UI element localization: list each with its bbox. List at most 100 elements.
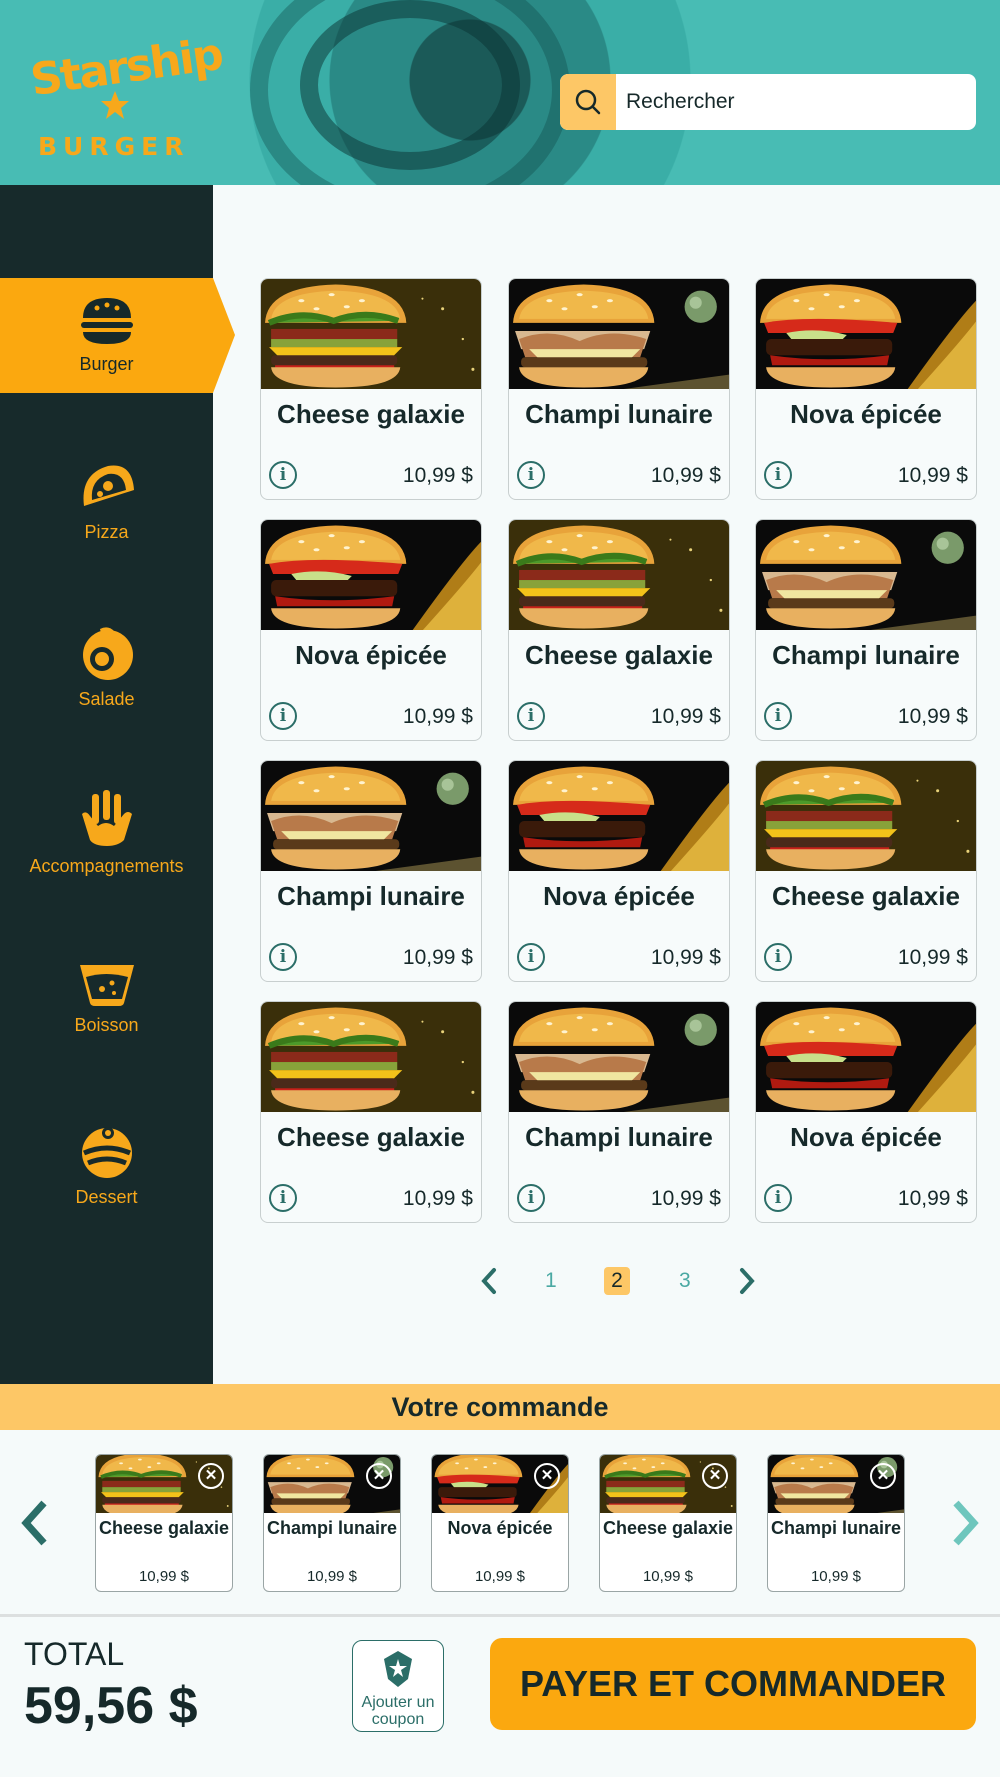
page-1[interactable]: 1	[545, 1267, 557, 1295]
pizza-icon	[83, 465, 134, 506]
previous-page-button[interactable]	[480, 1267, 498, 1301]
product-card[interactable]: Nova épicée i 10,99 $	[755, 278, 977, 500]
helmet-visor-graphic	[300, 0, 520, 170]
info-icon[interactable]: i	[517, 943, 545, 971]
sidebar-item-label: Burger	[79, 354, 134, 374]
product-card[interactable]: Nova épicée i 10,99 $	[260, 519, 482, 741]
order-item: ✕ Cheese galaxie 10,99 $	[95, 1454, 233, 1592]
product-card[interactable]: Champi lunaire i 10,99 $	[260, 760, 482, 982]
total-value: 59,56 $	[24, 1677, 198, 1735]
cheese-burger-image	[261, 1002, 481, 1112]
product-price: 10,99 $	[650, 705, 721, 728]
product-card[interactable]: Champi lunaire i 10,99 $	[508, 1001, 730, 1223]
product-card[interactable]: Cheese galaxie i 10,99 $	[260, 1001, 482, 1223]
chevron-right-icon	[953, 1500, 979, 1546]
remove-item-icon[interactable]: ✕	[870, 1463, 896, 1489]
footer-divider	[0, 1614, 1000, 1617]
order-item-name: Champi lunaire	[266, 1518, 398, 1538]
champi-burger-image	[509, 279, 729, 389]
order-scroll-right-button[interactable]	[950, 1500, 980, 1551]
product-price: 10,99 $	[897, 946, 968, 969]
product-price: 10,99 $	[402, 1187, 473, 1210]
info-icon[interactable]: i	[764, 702, 792, 730]
search-input[interactable]	[626, 74, 966, 130]
sidebar-item-accompagnements[interactable]: Accompagnements	[0, 790, 213, 877]
remove-item-icon[interactable]: ✕	[198, 1463, 224, 1489]
cheese-burger-image	[261, 279, 481, 389]
product-image	[261, 1002, 481, 1112]
product-image	[261, 520, 481, 630]
sidebar-item-label: Salade	[78, 689, 135, 709]
nova-burger-image	[756, 1002, 976, 1112]
category-sidebar: Burger Pizza Salade Accompagnements Bois…	[0, 185, 235, 1385]
product-image	[756, 1002, 976, 1112]
info-icon[interactable]: i	[517, 1184, 545, 1212]
chevron-left-icon	[481, 1268, 496, 1294]
order-item-name: Nova épicée	[447, 1518, 553, 1538]
info-icon[interactable]: i	[517, 702, 545, 730]
product-name: Champi lunaire	[525, 399, 713, 429]
product-image	[509, 279, 729, 389]
product-image	[509, 520, 729, 630]
product-price: 10,99 $	[402, 464, 473, 487]
info-icon[interactable]: i	[269, 943, 297, 971]
header-banner: Starship BURGER	[0, 0, 1000, 185]
info-icon[interactable]: i	[269, 1184, 297, 1212]
info-icon[interactable]: i	[764, 1184, 792, 1212]
product-image	[261, 279, 481, 389]
sidebar-item-burger[interactable]: Burger	[0, 278, 235, 393]
product-card[interactable]: Cheese galaxie i 10,99 $	[260, 278, 482, 500]
product-card[interactable]: Nova épicée i 10,99 $	[755, 1001, 977, 1223]
info-icon[interactable]: i	[764, 461, 792, 489]
pay-and-order-button[interactable]: PAYER ET COMMANDER	[490, 1638, 976, 1730]
order-item: ✕ Champi lunaire 10,99 $	[767, 1454, 905, 1592]
product-card[interactable]: Champi lunaire i 10,99 $	[508, 278, 730, 500]
sidebar-item-boisson[interactable]: Boisson	[0, 963, 213, 1036]
product-name: Nova épicée	[790, 1122, 942, 1152]
search-button[interactable]	[560, 74, 616, 130]
remove-item-icon[interactable]: ✕	[366, 1463, 392, 1489]
order-item-price: 10,99 $	[474, 1568, 526, 1585]
info-icon[interactable]: i	[517, 461, 545, 489]
product-name: Nova épicée	[543, 881, 695, 911]
remove-item-icon[interactable]: ✕	[702, 1463, 728, 1489]
product-price: 10,99 $	[402, 946, 473, 969]
sidebar-item-pizza[interactable]: Pizza	[0, 460, 213, 543]
drink-icon	[79, 965, 134, 1006]
order-scroll-left-button[interactable]	[20, 1500, 50, 1551]
sidebar-item-salade[interactable]: Salade	[0, 625, 213, 710]
page-2-current[interactable]: 2	[604, 1267, 630, 1295]
product-price: 10,99 $	[402, 705, 473, 728]
page-3[interactable]: 3	[679, 1267, 691, 1295]
nova-burger-image	[261, 520, 481, 630]
order-item: ✕ Champi lunaire 10,99 $	[263, 1454, 401, 1592]
order-item-name: Cheese galaxie	[98, 1518, 230, 1538]
starship-burger-logo[interactable]: Starship BURGER	[27, 29, 224, 162]
nova-burger-image	[756, 279, 976, 389]
product-name: Nova épicée	[790, 399, 942, 429]
add-coupon-button[interactable]: Ajouter un coupon	[352, 1640, 444, 1732]
product-image	[261, 761, 481, 871]
product-card[interactable]: Champi lunaire i 10,99 $	[755, 519, 977, 741]
order-item-name: Champi lunaire	[770, 1518, 902, 1538]
product-card[interactable]: Nova épicée i 10,99 $	[508, 760, 730, 982]
info-icon[interactable]: i	[269, 702, 297, 730]
info-icon[interactable]: i	[269, 461, 297, 489]
sidebar-item-dessert[interactable]: Dessert	[0, 1123, 213, 1208]
product-card[interactable]: Cheese galaxie i 10,99 $	[755, 760, 977, 982]
order-item: ✕ Nova épicée 10,99 $	[431, 1454, 569, 1592]
burger-icon	[80, 298, 133, 344]
product-name: Champi lunaire	[525, 1122, 713, 1152]
champi-burger-image	[756, 520, 976, 630]
sidebar-item-label: Pizza	[84, 522, 129, 542]
order-item-price: 10,99 $	[306, 1568, 358, 1585]
info-icon[interactable]: i	[764, 943, 792, 971]
pagination: 1 2 3	[470, 1267, 760, 1297]
remove-item-icon[interactable]: ✕	[534, 1463, 560, 1489]
product-card[interactable]: Cheese galaxie i 10,99 $	[508, 519, 730, 741]
product-image	[509, 1002, 729, 1112]
next-page-button[interactable]	[738, 1267, 756, 1301]
product-name: Cheese galaxie	[525, 640, 713, 670]
product-price: 10,99 $	[650, 946, 721, 969]
order-item-price: 10,99 $	[138, 1568, 190, 1585]
